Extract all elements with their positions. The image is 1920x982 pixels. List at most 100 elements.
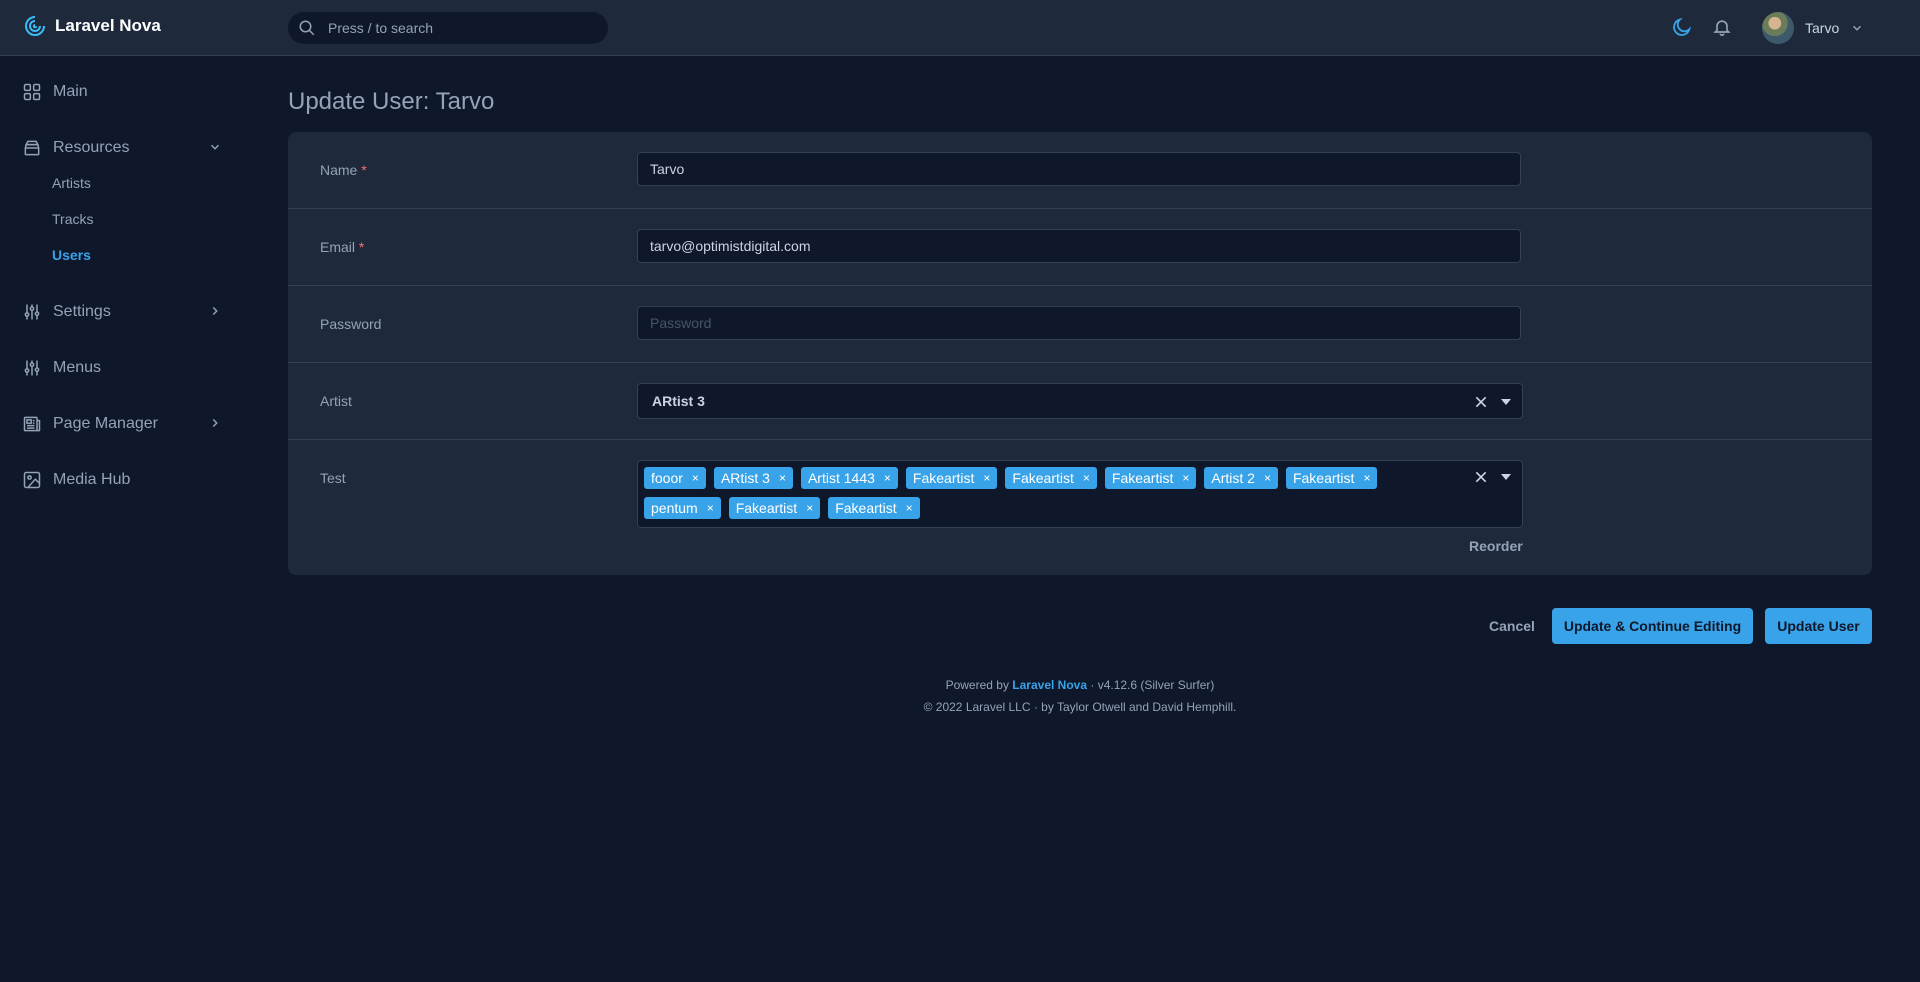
tag-chip: Fakeartist × xyxy=(828,497,920,519)
tag-label: Fakeartist xyxy=(1012,470,1074,486)
tag-label: Fakeartist xyxy=(1292,470,1355,486)
logo-text: Laravel Nova xyxy=(55,16,161,35)
selected-tags: fooor × ARtist 3 × Artist 1443 × Fakeartist… xyxy=(644,467,1424,519)
email-field[interactable] xyxy=(637,229,1521,263)
sidebar-item-label: Settings xyxy=(53,303,111,320)
sidebar-item-label: Menus xyxy=(53,359,102,376)
chevron-right-icon[interactable] xyxy=(208,416,222,430)
tag-remove-icon[interactable]: × xyxy=(983,467,990,489)
tag-chip: pentum × xyxy=(644,497,721,519)
chevron-right-icon[interactable] xyxy=(208,304,222,318)
tag-label: ARtist 3 xyxy=(720,470,770,486)
avatar xyxy=(1762,12,1794,44)
form-row-password: Password xyxy=(288,286,1872,363)
edit-form-card: Name * Email * Password Artist ARtist 3 … xyxy=(288,132,1872,575)
form-row-name: Name * xyxy=(288,132,1872,209)
powered-prefix: Powered by xyxy=(945,678,1009,692)
form-row-test: Test fooor × ARtist 3 × Artist 1443 × Fakea… xyxy=(288,440,1872,575)
tag-remove-icon[interactable]: × xyxy=(1363,467,1370,489)
tag-chip: Fakeartist × xyxy=(1285,467,1378,489)
image-icon xyxy=(22,470,42,490)
sidebar-item-label: Media Hub xyxy=(53,471,131,488)
grid-icon xyxy=(22,82,42,102)
caret-down-icon[interactable] xyxy=(1500,397,1512,407)
tag-chip: Fakeartist × xyxy=(728,497,821,519)
tag-label: Fakeartist xyxy=(735,500,798,516)
tag-remove-icon[interactable]: × xyxy=(806,497,813,519)
footer-brand-link[interactable]: Laravel Nova xyxy=(1012,678,1087,692)
tag-chip: Fakeartist × xyxy=(1104,467,1197,489)
search-input[interactable] xyxy=(326,19,590,37)
footer-version: · v4.12.6 (Silver Surfer) xyxy=(1090,678,1215,692)
tag-label: pentum xyxy=(651,500,698,516)
sidebar-item-page-manager[interactable]: Page Manager xyxy=(22,414,158,434)
tag-remove-icon[interactable]: × xyxy=(779,467,786,489)
top-header: Laravel Nova Tarvo xyxy=(0,0,1920,56)
sidebar-item-settings[interactable]: Settings xyxy=(22,302,111,322)
footer-copyright: © 2022 Laravel LLC · by Taylor Otwell an… xyxy=(923,700,1237,714)
reorder-button[interactable]: Reorder xyxy=(1469,538,1523,554)
tag-chip: Artist 1443 × xyxy=(800,467,898,489)
tag-label: Fakeartist xyxy=(912,470,975,486)
tag-remove-icon[interactable]: × xyxy=(884,467,891,489)
tag-label: Artist 1443 xyxy=(807,470,875,486)
tag-remove-icon[interactable]: × xyxy=(1264,467,1271,489)
tag-remove-icon[interactable]: × xyxy=(1182,467,1189,489)
bell-icon[interactable] xyxy=(1712,16,1732,38)
tag-label: fooor xyxy=(651,470,683,486)
required-mark: * xyxy=(361,162,367,178)
chevron-down-icon xyxy=(1850,21,1864,35)
name-label: Name xyxy=(320,162,358,178)
field-label: Email * xyxy=(320,239,364,255)
tag-label: Fakeartist xyxy=(835,500,897,516)
password-field[interactable] xyxy=(637,306,1521,340)
tag-label: Artist 2 xyxy=(1211,470,1255,486)
sidebar-item-label: Resources xyxy=(53,139,130,156)
moon-icon[interactable] xyxy=(1671,16,1693,38)
tag-chip: ARtist 3 × xyxy=(713,467,793,489)
artist-select-value: ARtist 3 xyxy=(652,393,705,409)
sidebar-item-artists[interactable]: Artists xyxy=(52,175,91,191)
sliders-icon xyxy=(22,302,42,322)
logo[interactable]: Laravel Nova xyxy=(23,14,161,38)
nova-logo-icon xyxy=(23,14,47,38)
test-label: Test xyxy=(320,470,346,486)
user-name: Tarvo xyxy=(1805,20,1840,36)
cancel-button[interactable]: Cancel xyxy=(1483,617,1541,635)
global-search[interactable] xyxy=(288,12,608,44)
update-user-button[interactable]: Update User xyxy=(1765,608,1872,644)
sidebar-item-main[interactable]: Main xyxy=(22,82,88,102)
sidebar-item-tracks[interactable]: Tracks xyxy=(52,211,93,227)
sidebar-item-users[interactable]: Users xyxy=(52,247,91,263)
tag-chip: fooor × xyxy=(644,467,706,489)
sidebar-item-media-hub[interactable]: Media Hub xyxy=(22,470,130,490)
sidebar-item-label: Page Manager xyxy=(53,415,158,432)
search-icon xyxy=(298,19,316,37)
clear-icon[interactable] xyxy=(1473,394,1489,410)
tag-chip: Fakeartist × xyxy=(1005,467,1097,489)
caret-down-icon[interactable] xyxy=(1500,472,1512,482)
email-label: Email xyxy=(320,239,356,255)
tag-remove-icon[interactable]: × xyxy=(1083,467,1090,489)
field-label: Name * xyxy=(320,162,367,178)
sliders-icon xyxy=(22,358,42,378)
name-field[interactable] xyxy=(637,152,1521,186)
tag-chip: Fakeartist × xyxy=(905,467,998,489)
sidebar-item-resources[interactable]: Resources xyxy=(22,138,129,158)
update-continue-button[interactable]: Update & Continue Editing xyxy=(1552,608,1753,644)
artist-select[interactable]: ARtist 3 xyxy=(637,383,1523,419)
sidebar-item-menus[interactable]: Menus xyxy=(22,358,101,378)
tag-remove-icon[interactable]: × xyxy=(906,497,913,519)
clear-icon[interactable] xyxy=(1473,469,1489,485)
user-menu[interactable]: Tarvo xyxy=(1762,12,1864,44)
form-row-email: Email * xyxy=(288,209,1872,286)
test-multiselect[interactable]: fooor × ARtist 3 × Artist 1443 × Fakeartist… xyxy=(637,460,1523,528)
password-label: Password xyxy=(320,316,382,332)
tag-remove-icon[interactable]: × xyxy=(692,467,699,489)
sidebar-item-label: Main xyxy=(53,83,88,100)
page-title: Update User: Tarvo xyxy=(288,88,495,115)
tag-remove-icon[interactable]: × xyxy=(707,497,714,519)
form-row-artist: Artist ARtist 3 xyxy=(288,363,1872,440)
chevron-down-icon[interactable] xyxy=(208,140,222,154)
archive-icon xyxy=(22,138,42,158)
